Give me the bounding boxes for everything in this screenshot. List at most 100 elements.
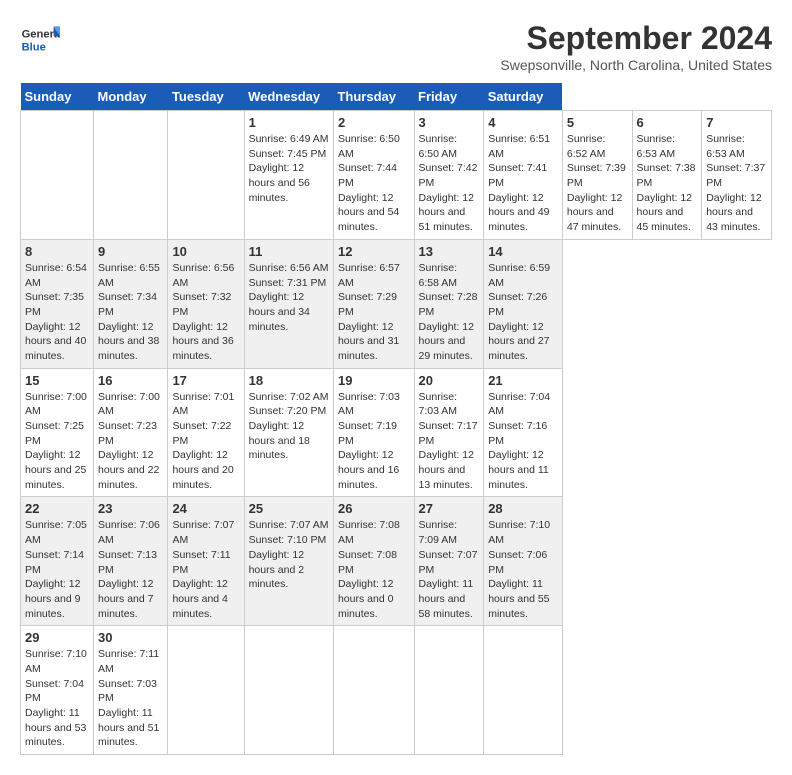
day-info: Sunrise: 6:53 AMSunset: 7:37 PMDaylight:… (706, 132, 767, 235)
day-info: Sunrise: 6:49 AMSunset: 7:45 PMDaylight:… (249, 132, 329, 205)
day-number: 23 (98, 501, 163, 516)
table-row: 17 Sunrise: 7:01 AMSunset: 7:22 PMDayligh… (168, 368, 244, 497)
day-number: 5 (567, 115, 628, 130)
svg-text:Blue: Blue (22, 41, 46, 53)
day-info: Sunrise: 6:50 AMSunset: 7:44 PMDaylight:… (338, 132, 410, 235)
table-row: 3 Sunrise: 6:50 AMSunset: 7:42 PMDaylight… (414, 111, 484, 240)
table-row (21, 111, 94, 240)
day-number: 25 (249, 501, 329, 516)
day-info: Sunrise: 6:58 AMSunset: 7:28 PMDaylight:… (419, 261, 480, 364)
day-info: Sunrise: 6:57 AMSunset: 7:29 PMDaylight:… (338, 261, 410, 364)
day-number: 21 (488, 373, 558, 388)
table-row (168, 111, 244, 240)
col-saturday: Saturday (484, 83, 563, 111)
day-number: 18 (249, 373, 329, 388)
table-row: 4 Sunrise: 6:51 AMSunset: 7:41 PMDaylight… (484, 111, 563, 240)
day-number: 8 (25, 244, 89, 259)
table-row: 28Sunrise: 7:10 AMSunset: 7:06 PMDayligh… (484, 497, 563, 626)
day-number: 3 (419, 115, 480, 130)
day-number: 17 (172, 373, 239, 388)
table-row: 2 Sunrise: 6:50 AMSunset: 7:44 PMDaylight… (333, 111, 414, 240)
day-number: 27 (419, 501, 480, 516)
table-row: 30 Sunrise: 7:11 AMSunset: 7:03 PMDayligh… (94, 626, 168, 755)
day-number: 14 (488, 244, 558, 259)
col-monday: Monday (94, 83, 168, 111)
day-number: 19 (338, 373, 410, 388)
table-row (484, 626, 563, 755)
day-info: Sunrise: 7:08 AMSunset: 7:08 PMDaylight:… (338, 518, 410, 621)
calendar-week-3: 15Sunrise: 7:00 AMSunset: 7:25 PMDayligh… (21, 368, 772, 497)
location: Swepsonville, North Carolina, United Sta… (500, 57, 772, 73)
table-row: 13 Sunrise: 6:58 AMSunset: 7:28 PMDayligh… (414, 239, 484, 368)
table-row: 23 Sunrise: 7:06 AMSunset: 7:13 PMDayligh… (94, 497, 168, 626)
calendar-week-2: 8 Sunrise: 6:54 AMSunset: 7:35 PMDaylight… (21, 239, 772, 368)
logo: General Blue (20, 20, 60, 60)
day-info: Sunrise: 6:55 AMSunset: 7:34 PMDaylight:… (98, 261, 163, 364)
day-number: 10 (172, 244, 239, 259)
col-friday: Friday (414, 83, 484, 111)
day-number: 20 (419, 373, 480, 388)
table-row: 14 Sunrise: 6:59 AMSunset: 7:26 PMDayligh… (484, 239, 563, 368)
table-row: 15Sunrise: 7:00 AMSunset: 7:25 PMDayligh… (21, 368, 94, 497)
table-row: 21 Sunrise: 7:04 AMSunset: 7:16 PMDayligh… (484, 368, 563, 497)
day-info: Sunrise: 6:51 AMSunset: 7:41 PMDaylight:… (488, 132, 558, 235)
day-info: Sunrise: 7:07 AMSunset: 7:10 PMDaylight:… (249, 518, 329, 591)
day-number: 22 (25, 501, 89, 516)
calendar-week-4: 22 Sunrise: 7:05 AMSunset: 7:14 PMDayligh… (21, 497, 772, 626)
day-info: Sunrise: 6:56 AMSunset: 7:32 PMDaylight:… (172, 261, 239, 364)
day-number: 2 (338, 115, 410, 130)
table-row: 8 Sunrise: 6:54 AMSunset: 7:35 PMDaylight… (21, 239, 94, 368)
day-info: Sunrise: 6:56 AMSunset: 7:31 PMDaylight:… (249, 261, 329, 334)
table-row: 20Sunrise: 7:03 AMSunset: 7:17 PMDayligh… (414, 368, 484, 497)
day-info: Sunrise: 7:00 AMSunset: 7:25 PMDaylight:… (25, 390, 89, 493)
table-row: 18 Sunrise: 7:02 AMSunset: 7:20 PMDayligh… (244, 368, 333, 497)
day-info: Sunrise: 7:07 AMSunset: 7:11 PMDaylight:… (172, 518, 239, 621)
table-row (94, 111, 168, 240)
day-info: Sunrise: 6:52 AMSunset: 7:39 PMDaylight:… (567, 132, 628, 235)
day-info: Sunrise: 7:02 AMSunset: 7:20 PMDaylight:… (249, 390, 329, 463)
table-row: 24Sunrise: 7:07 AMSunset: 7:11 PMDayligh… (168, 497, 244, 626)
table-row: 7 Sunrise: 6:53 AMSunset: 7:37 PMDaylight… (702, 111, 772, 240)
table-row: 12 Sunrise: 6:57 AMSunset: 7:29 PMDayligh… (333, 239, 414, 368)
day-info: Sunrise: 7:10 AMSunset: 7:04 PMDaylight:… (25, 647, 89, 750)
table-row: 1 Sunrise: 6:49 AMSunset: 7:45 PMDaylight… (244, 111, 333, 240)
day-number: 12 (338, 244, 410, 259)
day-info: Sunrise: 7:00 AMSunset: 7:23 PMDaylight:… (98, 390, 163, 493)
calendar-week-5: 29Sunrise: 7:10 AMSunset: 7:04 PMDayligh… (21, 626, 772, 755)
day-info: Sunrise: 7:11 AMSunset: 7:03 PMDaylight:… (98, 647, 163, 750)
page-header: General Blue September 2024 Swepsonville… (20, 20, 772, 73)
table-row: 19 Sunrise: 7:03 AMSunset: 7:19 PMDayligh… (333, 368, 414, 497)
day-info: Sunrise: 7:06 AMSunset: 7:13 PMDaylight:… (98, 518, 163, 621)
table-row: 10 Sunrise: 6:56 AMSunset: 7:32 PMDayligh… (168, 239, 244, 368)
col-sunday: Sunday (21, 83, 94, 111)
day-number: 28 (488, 501, 558, 516)
day-info: Sunrise: 7:04 AMSunset: 7:16 PMDaylight:… (488, 390, 558, 493)
table-row: 29Sunrise: 7:10 AMSunset: 7:04 PMDayligh… (21, 626, 94, 755)
table-row: 6Sunrise: 6:53 AMSunset: 7:38 PMDaylight… (632, 111, 702, 240)
table-row: 5 Sunrise: 6:52 AMSunset: 7:39 PMDaylight… (562, 111, 632, 240)
title-block: September 2024 Swepsonville, North Carol… (500, 20, 772, 73)
day-info: Sunrise: 6:59 AMSunset: 7:26 PMDaylight:… (488, 261, 558, 364)
day-number: 4 (488, 115, 558, 130)
day-info: Sunrise: 6:53 AMSunset: 7:38 PMDaylight:… (637, 132, 698, 235)
table-row: 27Sunrise: 7:09 AMSunset: 7:07 PMDayligh… (414, 497, 484, 626)
table-row: 9Sunrise: 6:55 AMSunset: 7:34 PMDaylight… (94, 239, 168, 368)
day-info: Sunrise: 6:54 AMSunset: 7:35 PMDaylight:… (25, 261, 89, 364)
col-wednesday: Wednesday (244, 83, 333, 111)
day-number: 30 (98, 630, 163, 645)
day-info: Sunrise: 7:05 AMSunset: 7:14 PMDaylight:… (25, 518, 89, 621)
day-number: 11 (249, 244, 329, 259)
day-number: 26 (338, 501, 410, 516)
table-row (244, 626, 333, 755)
col-tuesday: Tuesday (168, 83, 244, 111)
day-info: Sunrise: 6:50 AMSunset: 7:42 PMDaylight:… (419, 132, 480, 235)
table-row: 25 Sunrise: 7:07 AMSunset: 7:10 PMDayligh… (244, 497, 333, 626)
day-number: 13 (419, 244, 480, 259)
logo-icon: General Blue (20, 20, 60, 60)
calendar-week-1: 1 Sunrise: 6:49 AMSunset: 7:45 PMDaylight… (21, 111, 772, 240)
day-number: 1 (249, 115, 329, 130)
table-row (414, 626, 484, 755)
day-info: Sunrise: 7:03 AMSunset: 7:19 PMDaylight:… (338, 390, 410, 493)
day-number: 7 (706, 115, 767, 130)
day-info: Sunrise: 7:01 AMSunset: 7:22 PMDaylight:… (172, 390, 239, 493)
